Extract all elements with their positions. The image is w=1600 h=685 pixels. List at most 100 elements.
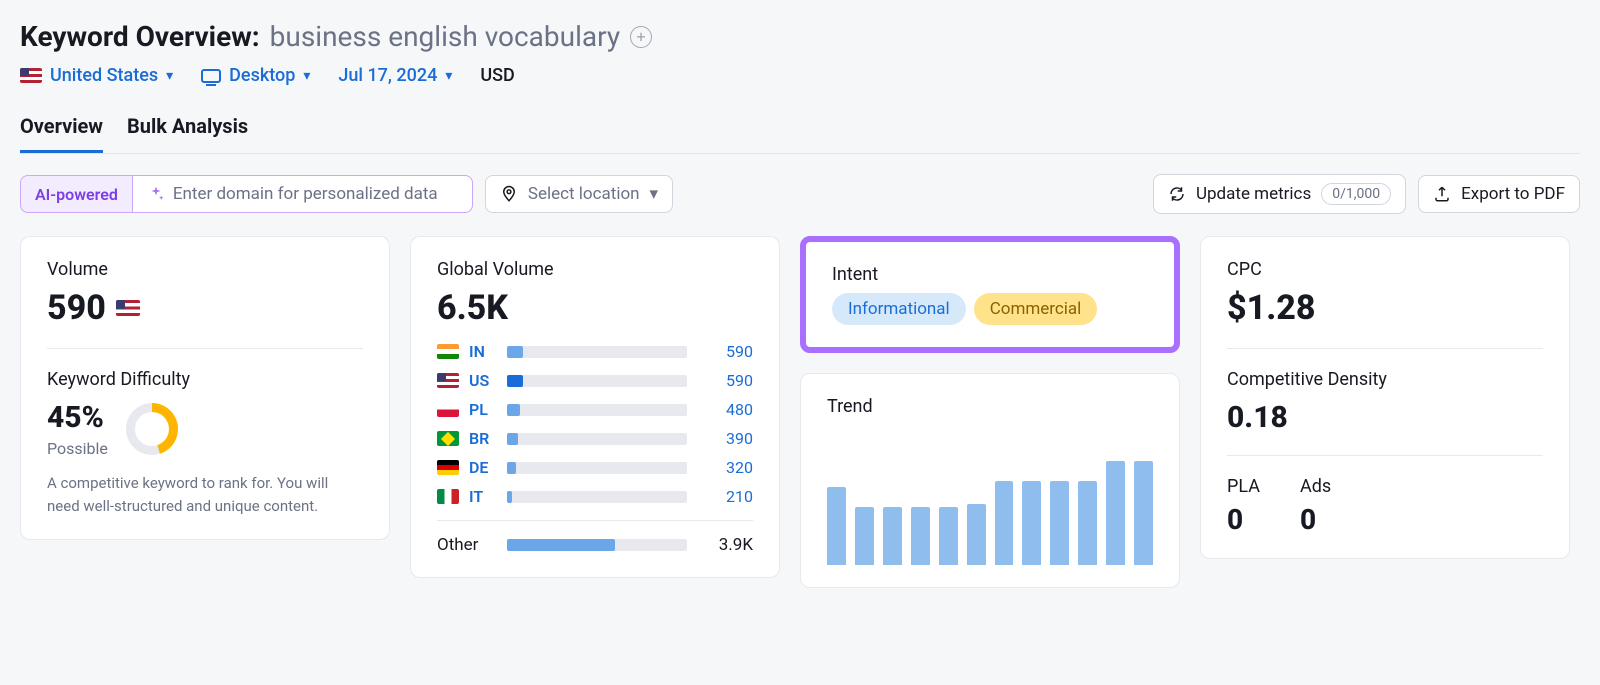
keyword-difficulty-label: Possible [47, 439, 108, 458]
global-volume-row[interactable]: IT 210 [437, 487, 753, 506]
update-metrics-button[interactable]: Update metrics 0/1,000 [1153, 174, 1406, 214]
trend-card: Trend [800, 373, 1180, 588]
global-volume-country-code: US [469, 371, 497, 390]
keyword-difficulty-title: Keyword Difficulty [47, 369, 363, 390]
trend-bar [911, 507, 930, 566]
page-title-prefix: Keyword Overview: [20, 20, 260, 53]
trend-bar [1050, 481, 1069, 566]
domain-input-placeholder: Enter domain for personalized data [173, 184, 438, 204]
trend-bar [967, 504, 986, 565]
pla-label: PLA [1227, 476, 1260, 497]
chevron-down-icon: ▾ [650, 184, 659, 204]
location-select-placeholder: Select location [528, 184, 640, 204]
global-volume-title: Global Volume [437, 259, 753, 280]
global-volume-bar [507, 462, 687, 474]
intent-tag-comm[interactable]: Commercial [974, 293, 1098, 325]
volume-card: Volume 590 Keyword Difficulty 45% Possib… [20, 236, 390, 540]
global-volume-country-code: IT [469, 487, 497, 506]
refresh-icon [1168, 185, 1186, 203]
us-flag-icon [437, 373, 459, 388]
pla-value: 0 [1227, 503, 1260, 536]
tabs: Overview Bulk Analysis [20, 114, 1580, 154]
global-volume-country-code: PL [469, 400, 497, 419]
add-keyword-button[interactable]: + [630, 26, 652, 48]
global-volume-row[interactable]: IN 590 [437, 342, 753, 361]
competitive-density-title: Competitive Density [1227, 369, 1543, 390]
trend-bar [855, 507, 874, 566]
currency-label: USD [480, 65, 514, 86]
chevron-down-icon: ▾ [303, 68, 310, 84]
cpc-title: CPC [1227, 259, 1543, 280]
global-volume-country-code: BR [469, 429, 497, 448]
trend-bar [883, 507, 902, 566]
device-filter-label: Desktop [229, 65, 295, 86]
country-filter[interactable]: United States ▾ [20, 65, 173, 86]
chevron-down-icon: ▾ [166, 68, 173, 84]
keyword-difficulty-donut-icon [126, 403, 178, 455]
trend-bar [995, 481, 1014, 566]
trend-bar [939, 507, 958, 566]
ads-value: 0 [1300, 503, 1331, 536]
global-volume-other-label: Other [437, 535, 497, 555]
global-volume-bar [507, 346, 687, 358]
location-select[interactable]: Select location ▾ [485, 175, 673, 213]
volume-title: Volume [47, 259, 363, 280]
global-volume-value: 390 [697, 429, 753, 448]
global-volume-value: 480 [697, 400, 753, 419]
global-volume-bar [507, 375, 687, 387]
global-volume-other-bar [507, 539, 687, 551]
date-filter[interactable]: Jul 17, 2024 ▾ [338, 65, 452, 86]
trend-bar [1078, 481, 1097, 566]
cpc-value: $1.28 [1227, 288, 1543, 328]
desktop-icon [201, 69, 221, 83]
global-volume-value: 320 [697, 458, 753, 477]
global-volume-bar [507, 404, 687, 416]
volume-value: 590 [47, 288, 106, 328]
device-filter[interactable]: Desktop ▾ [201, 65, 310, 86]
global-volume-value: 590 [697, 342, 753, 361]
global-volume-country-code: DE [469, 458, 497, 477]
export-pdf-button[interactable]: Export to PDF [1418, 175, 1580, 213]
tab-overview[interactable]: Overview [20, 114, 103, 153]
ai-powered-label: AI-powered [35, 185, 118, 204]
it-flag-icon [437, 489, 459, 504]
global-volume-row[interactable]: US 590 [437, 371, 753, 390]
intent-card: Intent InformationalCommercial [800, 236, 1180, 353]
export-icon [1433, 185, 1451, 203]
global-volume-other-value: 3.9K [697, 535, 753, 555]
export-pdf-label: Export to PDF [1461, 184, 1565, 204]
sparkle-icon [147, 185, 165, 203]
global-volume-bar [507, 491, 687, 503]
global-volume-value: 210 [697, 487, 753, 506]
trend-bar [1106, 461, 1125, 565]
global-volume-row[interactable]: PL 480 [437, 400, 753, 419]
us-flag-icon [20, 68, 42, 83]
ads-label: Ads [1300, 476, 1331, 497]
pl-flag-icon [437, 402, 459, 417]
chevron-down-icon: ▾ [445, 68, 452, 84]
keyword-difficulty-description: A competitive keyword to rank for. You w… [47, 472, 363, 517]
global-volume-bar [507, 433, 687, 445]
domain-input[interactable]: Enter domain for personalized data [133, 175, 473, 213]
global-volume-row[interactable]: DE 320 [437, 458, 753, 477]
location-pin-icon [500, 185, 518, 203]
cpc-card: CPC $1.28 Competitive Density 0.18 PLA 0… [1200, 236, 1570, 559]
ai-powered-badge: AI-powered [20, 175, 133, 213]
global-volume-row[interactable]: BR 390 [437, 429, 753, 448]
competitive-density-value: 0.18 [1227, 400, 1543, 435]
trend-bar [827, 487, 846, 565]
trend-title: Trend [827, 396, 1153, 417]
page-keyword: business english vocabulary [270, 20, 620, 53]
keyword-difficulty-value: 45% [47, 400, 108, 435]
trend-bar [1134, 461, 1153, 565]
tab-bulk-analysis[interactable]: Bulk Analysis [127, 114, 248, 153]
in-flag-icon [437, 344, 459, 359]
br-flag-icon [437, 431, 459, 446]
global-volume-country-code: IN [469, 342, 497, 361]
global-volume-total: 6.5K [437, 288, 753, 328]
intent-tag-info[interactable]: Informational [832, 293, 966, 325]
us-flag-icon [116, 300, 140, 316]
global-volume-value: 590 [697, 371, 753, 390]
update-metrics-count: 0/1,000 [1321, 183, 1391, 205]
trend-chart [827, 425, 1153, 565]
